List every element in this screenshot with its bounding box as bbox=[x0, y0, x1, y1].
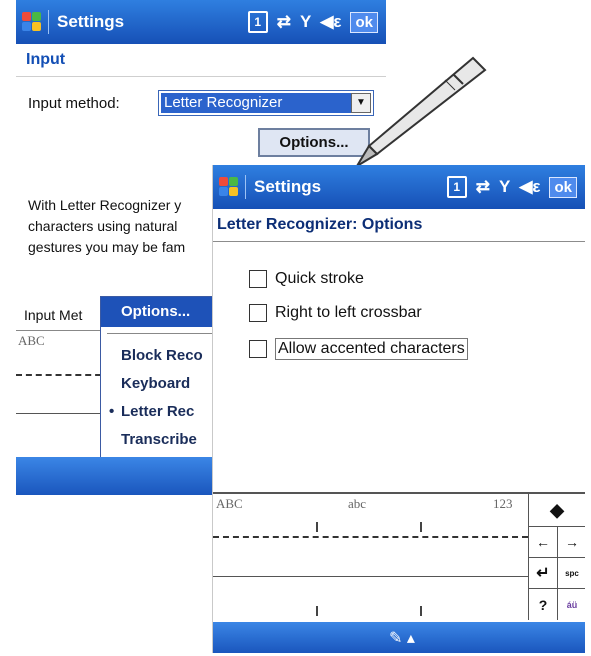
baseline-line bbox=[213, 576, 528, 577]
zone-divider bbox=[316, 522, 318, 532]
checkbox-icon[interactable] bbox=[249, 340, 267, 358]
titlebar-icons: 1 ⇄ Y ◀ε ok bbox=[446, 176, 577, 198]
menu-bar: ✎ ▴ bbox=[213, 622, 585, 653]
baseline-line bbox=[16, 413, 111, 414]
speaker-icon[interactable]: ◀ε bbox=[519, 177, 540, 197]
selected-bullet-icon: • bbox=[109, 403, 115, 420]
input-method-label-truncated: Input Met bbox=[24, 307, 83, 323]
input-icon[interactable]: 1 bbox=[247, 11, 268, 33]
left-arrow-key[interactable]: ← bbox=[529, 527, 557, 557]
titlebar: Settings 1 ⇄ Y ◀ε ok bbox=[16, 0, 386, 44]
zone-divider bbox=[420, 522, 422, 532]
checkbox-label: Right to left crossbar bbox=[275, 304, 422, 321]
input-panel-label: ABC bbox=[18, 333, 45, 348]
input-method-value: Letter Recognizer bbox=[161, 93, 351, 113]
titlebar-separator bbox=[48, 10, 49, 34]
titlebar-title: Settings bbox=[57, 12, 125, 31]
baseline-dashed bbox=[16, 374, 111, 376]
backspace-key[interactable]: ◆ bbox=[529, 494, 585, 526]
checkbox-label: Quick stroke bbox=[275, 270, 364, 287]
connectivity-icon[interactable]: ⇄ bbox=[476, 177, 490, 197]
lowercase-zone-label: abc bbox=[348, 496, 367, 511]
section-title: Input bbox=[16, 44, 386, 77]
checkbox-allow-accented-characters[interactable]: Allow accented characters bbox=[249, 338, 468, 360]
checkbox-right-to-left-crossbar[interactable]: Right to left crossbar bbox=[249, 304, 422, 322]
windows-start-icon[interactable] bbox=[22, 12, 42, 32]
letter-recognizer-options-screen: Settings 1 ⇄ Y ◀ε ok Letter Recognizer: … bbox=[212, 165, 585, 653]
signal-icon[interactable]: Y bbox=[300, 12, 311, 32]
titlebar-icons: 1 ⇄ Y ◀ε ok bbox=[247, 11, 378, 33]
letter-recognizer-panel: ABC abc 123 ◆ ← → ↵ spc ? áü bbox=[213, 492, 585, 622]
menu-item-transcriber[interactable]: Transcribe bbox=[109, 431, 197, 448]
checkbox-icon[interactable] bbox=[249, 304, 267, 322]
options-popup-menu: Options... Block Reco Keyboard • Letter R… bbox=[100, 296, 230, 461]
zone-divider bbox=[420, 606, 422, 616]
ok-button[interactable]: ok bbox=[549, 176, 577, 198]
writing-area[interactable]: ABC abc 123 bbox=[213, 494, 528, 620]
checkbox-quick-stroke[interactable]: Quick stroke bbox=[249, 270, 364, 288]
special-characters-key[interactable]: áü bbox=[557, 589, 585, 620]
input-panel[interactable]: ABC bbox=[16, 330, 112, 458]
recognizer-keys: ◆ ← → ↵ spc ? áü bbox=[528, 494, 585, 620]
zone-divider bbox=[316, 606, 318, 616]
signal-icon[interactable]: Y bbox=[499, 177, 510, 197]
menu-item-letter-recognizer[interactable]: • Letter Rec bbox=[109, 403, 194, 420]
menu-item-keyboard[interactable]: Keyboard bbox=[109, 375, 190, 392]
popup-divider bbox=[107, 333, 223, 334]
ok-button[interactable]: ok bbox=[350, 11, 378, 33]
baseline-dashed bbox=[213, 536, 528, 538]
menu-item-block-recognizer[interactable]: Block Reco bbox=[109, 347, 203, 364]
right-arrow-key[interactable]: → bbox=[557, 527, 585, 557]
input-panel-toggle-icon[interactable]: ✎ ▴ bbox=[389, 628, 415, 648]
popup-title[interactable]: Options... bbox=[101, 297, 229, 327]
section-title: Letter Recognizer: Options bbox=[213, 209, 585, 242]
enter-key[interactable]: ↵ bbox=[529, 558, 557, 588]
space-key[interactable]: spc bbox=[557, 558, 585, 588]
checkbox-label: Allow accented characters bbox=[275, 338, 468, 360]
connectivity-icon[interactable]: ⇄ bbox=[277, 12, 291, 32]
input-method-label: Input method: bbox=[28, 95, 120, 112]
windows-start-icon[interactable] bbox=[219, 177, 239, 197]
uppercase-zone-label: ABC bbox=[216, 496, 243, 511]
checkbox-icon[interactable] bbox=[249, 270, 267, 288]
input-icon[interactable]: 1 bbox=[446, 176, 467, 198]
stylus bbox=[356, 56, 487, 167]
titlebar-separator bbox=[245, 175, 246, 199]
titlebar-title: Settings bbox=[254, 177, 322, 196]
help-key[interactable]: ? bbox=[529, 589, 557, 620]
numeric-zone-label: 123 bbox=[493, 496, 513, 511]
titlebar: Settings 1 ⇄ Y ◀ε ok bbox=[213, 165, 585, 209]
speaker-icon[interactable]: ◀ε bbox=[320, 12, 341, 32]
